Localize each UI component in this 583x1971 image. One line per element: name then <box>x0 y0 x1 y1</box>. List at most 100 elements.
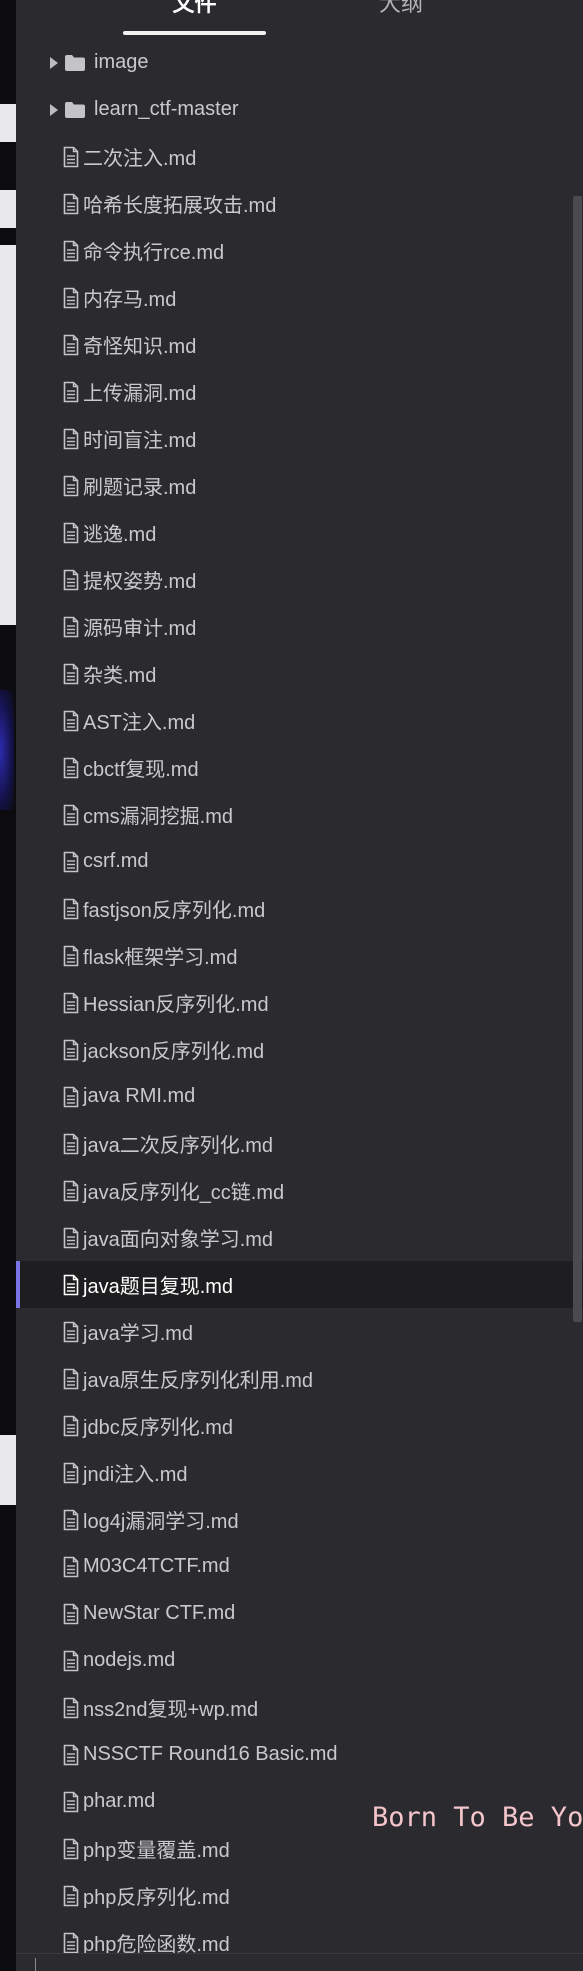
document-icon <box>63 1274 79 1296</box>
document-icon <box>63 1462 79 1484</box>
document-icon <box>63 1133 79 1155</box>
folder-icon <box>64 54 86 72</box>
document-icon <box>63 1603 79 1625</box>
sidebar-scrollbar[interactable] <box>573 196 582 1322</box>
file-row-active[interactable]: java题目复现.md <box>16 1261 583 1308</box>
file-label: java反序列化_cc链.md <box>83 1182 285 1204</box>
file-row[interactable]: jackson反序列化.md <box>16 1026 583 1073</box>
file-label: fastjson反序列化.md <box>83 900 266 922</box>
file-row[interactable]: 内存马.md <box>16 274 583 321</box>
document-icon <box>63 522 79 544</box>
file-row[interactable]: M03C4TCTF.md <box>16 1543 583 1590</box>
file-sidebar: 文件 大纲 image learn_ctf-master 二次注入.md 哈希长度拓展… <box>16 0 583 1971</box>
document-icon <box>63 1650 79 1672</box>
file-label: 提权姿势.md <box>83 571 197 593</box>
document-icon <box>63 663 79 685</box>
file-row[interactable]: log4j漏洞学习.md <box>16 1496 583 1543</box>
document-icon <box>63 1932 79 1954</box>
file-label: flask框架学习.md <box>83 947 238 969</box>
document-icon <box>63 992 79 1014</box>
file-row[interactable]: 时间盲注.md <box>16 415 583 462</box>
file-row[interactable]: java学习.md <box>16 1308 583 1355</box>
folder-icon <box>64 101 86 119</box>
file-row[interactable]: 源码审计.md <box>16 603 583 650</box>
file-label: log4j漏洞学习.md <box>83 1511 239 1533</box>
file-label: nodejs.md <box>83 1649 176 1671</box>
document-icon <box>63 710 79 732</box>
file-row[interactable]: 逃逸.md <box>16 509 583 556</box>
file-label: java原生反序列化利用.md <box>83 1370 314 1392</box>
file-row[interactable]: AST注入.md <box>16 697 583 744</box>
document-icon <box>63 945 79 967</box>
footer-handle[interactable] <box>35 1958 36 1971</box>
file-row[interactable]: 命令执行rce.md <box>16 227 583 274</box>
file-row[interactable]: Hessian反序列化.md <box>16 979 583 1026</box>
file-label: cbctf复现.md <box>83 759 199 781</box>
file-row[interactable]: cbctf复现.md <box>16 744 583 791</box>
file-row[interactable]: php反序列化.md <box>16 1872 583 1919</box>
background-window <box>0 0 16 1971</box>
file-row[interactable]: csrf.md <box>16 838 583 885</box>
file-row[interactable]: nss2nd复现+wp.md <box>16 1684 583 1731</box>
document-icon <box>63 146 79 168</box>
file-row[interactable]: fastjson反序列化.md <box>16 885 583 932</box>
file-label: java题目复现.md <box>83 1276 234 1298</box>
tab-outline[interactable]: 大纲 <box>346 0 456 22</box>
file-label: 哈希长度拓展攻击.md <box>83 195 277 217</box>
document-icon <box>63 1744 79 1766</box>
file-row[interactable]: java原生反序列化利用.md <box>16 1355 583 1402</box>
file-row[interactable]: 提权姿势.md <box>16 556 583 603</box>
file-row[interactable]: jndi注入.md <box>16 1449 583 1496</box>
file-label: java二次反序列化.md <box>83 1135 274 1157</box>
file-row[interactable]: flask框架学习.md <box>16 932 583 979</box>
file-row[interactable]: java面向对象学习.md <box>16 1214 583 1261</box>
sidebar-footer <box>16 1953 583 1971</box>
document-icon <box>63 1180 79 1202</box>
file-row[interactable]: 二次注入.md <box>16 133 583 180</box>
background-panel <box>0 245 16 625</box>
file-row[interactable]: 刷题记录.md <box>16 462 583 509</box>
document-icon <box>63 1885 79 1907</box>
file-label: java面向对象学习.md <box>83 1229 274 1251</box>
file-label: csrf.md <box>83 850 149 872</box>
file-row[interactable]: cms漏洞挖掘.md <box>16 791 583 838</box>
app-window: 文件 大纲 image learn_ctf-master 二次注入.md 哈希长度拓展… <box>0 0 583 1971</box>
folder-label: image <box>94 51 149 73</box>
file-label: nss2nd复现+wp.md <box>83 1699 259 1721</box>
file-label: NewStar CTF.md <box>83 1602 236 1624</box>
file-label: 源码审计.md <box>83 618 197 640</box>
document-icon <box>63 1509 79 1531</box>
file-row[interactable]: NewStar CTF.md <box>16 1590 583 1637</box>
file-row[interactable]: nodejs.md <box>16 1637 583 1684</box>
file-row[interactable]: NSSCTF Round16 Basic.md <box>16 1731 583 1778</box>
file-tree: image learn_ctf-master 二次注入.md 哈希长度拓展攻击.md 命… <box>16 39 583 1966</box>
file-row[interactable]: 奇怪知识.md <box>16 321 583 368</box>
file-row[interactable]: 杂类.md <box>16 650 583 697</box>
sidebar-tabs: 文件 大纲 <box>16 0 583 40</box>
file-label: jackson反序列化.md <box>83 1041 265 1063</box>
file-label: java学习.md <box>83 1323 194 1345</box>
document-icon <box>63 1039 79 1061</box>
file-row[interactable]: 哈希长度拓展攻击.md <box>16 180 583 227</box>
chevron-right-icon[interactable] <box>50 103 58 116</box>
document-icon <box>63 1697 79 1719</box>
document-icon <box>63 1838 79 1860</box>
document-icon <box>63 1415 79 1437</box>
folder-row[interactable]: image <box>16 39 583 86</box>
background-panel <box>0 104 16 142</box>
document-icon <box>63 1321 79 1343</box>
file-row[interactable]: java RMI.md <box>16 1073 583 1120</box>
file-row[interactable]: java反序列化_cc链.md <box>16 1167 583 1214</box>
file-row[interactable]: java二次反序列化.md <box>16 1120 583 1167</box>
file-label: 刷题记录.md <box>83 477 197 499</box>
file-row[interactable]: 上传漏洞.md <box>16 368 583 415</box>
document-icon <box>63 1556 79 1578</box>
document-icon <box>63 898 79 920</box>
tab-files[interactable]: 文件 <box>123 0 266 22</box>
chevron-right-icon[interactable] <box>50 56 58 69</box>
file-row[interactable]: jdbc反序列化.md <box>16 1402 583 1449</box>
file-label: 杂类.md <box>83 665 157 687</box>
folder-row[interactable]: learn_ctf-master <box>16 86 583 133</box>
file-label: 内存马.md <box>83 289 177 311</box>
document-icon <box>63 334 79 356</box>
